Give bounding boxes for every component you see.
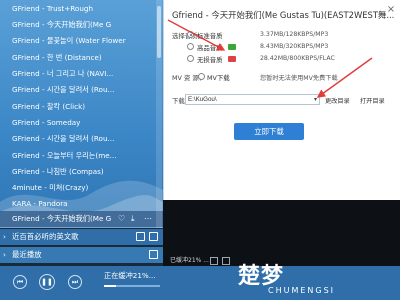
chevron-right-icon: › <box>3 232 6 241</box>
list-item[interactable]: GFriend - 나침반 (Compas) <box>0 164 163 180</box>
list-item[interactable]: GFriend - 시간을 달려서 (Rou... <box>0 131 163 147</box>
quality-radio-high[interactable] <box>187 43 194 50</box>
list-item-label: GFriend - 今天开始我们(Me G <box>12 214 112 223</box>
list-item-label: GFriend - 今天开始我们(Me G <box>12 20 112 29</box>
list-item[interactable]: GFriend - 한 번 (Distance) <box>0 50 163 66</box>
list-item[interactable]: GFriend - 너 그리고 나 (NAVI... <box>0 66 163 82</box>
list-item[interactable]: GFriend - 오늘부터 우리는(me... <box>0 148 163 164</box>
list-item-label: KARA - Pandora <box>12 199 68 208</box>
watermark-text: CHUMENGSI <box>268 286 336 295</box>
list-item[interactable]: GFriend - 찰칵 (Click) <box>0 99 163 115</box>
mv-note: 您暂时无法使用MV免费下载 <box>260 75 338 82</box>
playlist-scrollbar[interactable] <box>156 0 162 228</box>
list-item-selected[interactable]: GFriend - 今天开始我们(Me G ♡ ⤓ ⋯ <box>0 211 163 227</box>
list-item[interactable]: KARA - Pandora <box>0 196 163 212</box>
player-bar <box>0 266 400 300</box>
list-item-label: 4minute - 미쳐(Crazy) <box>12 183 89 192</box>
playlist-section[interactable]: › 最近播放 <box>0 247 163 263</box>
quality-badge-icon <box>228 44 236 50</box>
chevron-right-icon: › <box>3 250 6 259</box>
change-directory-link[interactable]: 更改目录 <box>325 96 350 105</box>
list-item-label: GFriend - 나침반 (Compas) <box>12 167 104 176</box>
quality-radio-lossless[interactable] <box>187 55 194 62</box>
quality-size: 8.43MB/320KBPS/MP3 <box>260 43 329 50</box>
fullscreen-icon[interactable] <box>210 257 218 265</box>
list-item-label: GFriend - 시간을 달려서 (Rou... <box>12 134 115 143</box>
list-item-label: GFriend - 오늘부터 우리는(me... <box>12 151 117 160</box>
now-playing: 正在缓冲21%... <box>104 271 156 280</box>
quality-option-label: 高品音质 <box>197 44 223 52</box>
mv-download-radio[interactable] <box>198 73 205 80</box>
more-icon[interactable]: ⋯ <box>144 211 152 227</box>
quality-size: 28.42MB/800KBPS/FLAC <box>260 55 335 62</box>
list-item[interactable]: GFriend - 今天开始我们(Me G <box>0 17 163 33</box>
list-item[interactable]: 4minute - 미쳐(Crazy) <box>0 180 163 196</box>
mv-option-label: MV下载 <box>207 74 230 82</box>
chevron-down-icon[interactable]: ▾ <box>312 95 319 104</box>
close-icon[interactable] <box>222 257 230 265</box>
heart-icon[interactable]: ♡ <box>118 211 125 227</box>
playlist-panel: GFriend - Trust+Rough GFriend - 今天开始我们(M… <box>0 0 163 228</box>
list-item-label: GFriend - 한 번 (Distance) <box>12 53 102 62</box>
download-path-field[interactable]: E:\KuGou\ <box>185 94 320 105</box>
section-label: 最近播放 <box>12 250 42 259</box>
quality-badge-icon <box>228 56 236 62</box>
settings-icon[interactable] <box>149 250 158 259</box>
playlist-section[interactable]: › 近百首必听的英文歌 <box>0 229 163 245</box>
quality-radio-standard[interactable] <box>187 31 194 38</box>
add-icon[interactable] <box>136 232 145 241</box>
list-item[interactable]: GFriend - 시간을 달려서 (Rou... <box>0 82 163 98</box>
list-item-label: GFriend - 시간을 달려서 (Rou... <box>12 85 115 94</box>
download-icon[interactable]: ⤓ <box>131 211 135 227</box>
previous-button[interactable]: ⏮ <box>13 275 27 289</box>
list-item[interactable]: GFriend - 물꽃놀이 (Water Flower <box>0 33 163 49</box>
next-button[interactable]: ⏭ <box>68 275 82 289</box>
list-item-label: GFriend - 찰칵 (Click) <box>12 102 86 111</box>
list-item[interactable]: GFriend - Trust+Rough <box>0 1 163 17</box>
list-item-label: GFriend - Someday <box>12 118 81 127</box>
list-item-label: GFriend - Trust+Rough <box>12 4 94 13</box>
section-label: 近百首必听的英文歌 <box>12 232 79 241</box>
quality-option-label: 标准音质 <box>197 32 223 40</box>
progress-fill <box>104 285 116 287</box>
close-icon[interactable]: × <box>386 5 396 15</box>
list-item-label: GFriend - 너 그리고 나 (NAVI... <box>12 69 114 78</box>
dialog-title: Gfriend - 今天开始我们(Me Gustas Tu)(EAST2WEST… <box>172 10 395 20</box>
progress-bar[interactable] <box>104 285 160 287</box>
quality-option-label: 无损音质 <box>197 56 223 64</box>
scrollbar-thumb[interactable] <box>157 6 161 58</box>
list-item[interactable]: GFriend - Someday <box>0 115 163 131</box>
music-player-app: GFriend - Trust+Rough GFriend - 今天开始我们(M… <box>0 0 400 300</box>
download-now-button[interactable]: 立即下载 <box>234 123 304 140</box>
pause-button[interactable]: ❚❚ <box>39 274 55 290</box>
open-directory-link[interactable]: 打开目录 <box>360 96 385 105</box>
quality-size: 3.37MB/128KBPS/MP3 <box>260 31 329 38</box>
settings-icon[interactable] <box>149 232 158 241</box>
list-item-label: GFriend - 물꽃놀이 (Water Flower <box>12 36 126 45</box>
